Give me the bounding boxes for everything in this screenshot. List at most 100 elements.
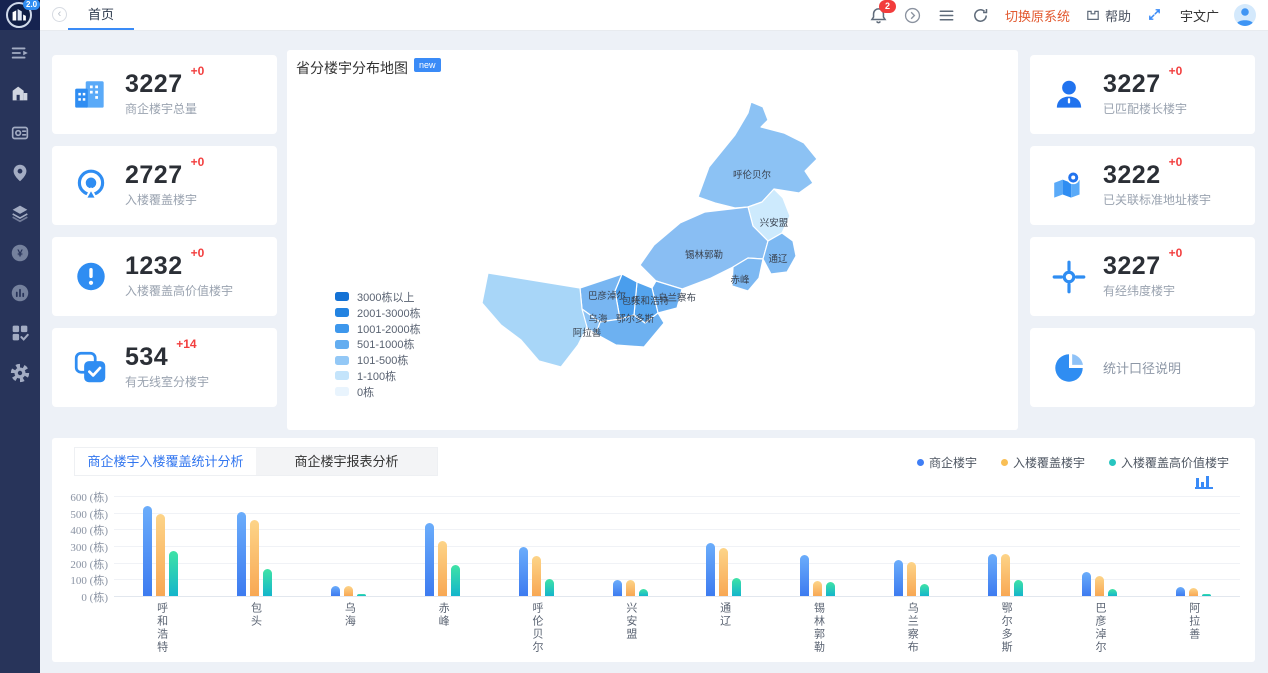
x-axis-label: 乌兰察布: [906, 602, 918, 654]
chart-type-toggle-icon[interactable]: [1195, 472, 1213, 489]
legend-item-coverage[interactable]: 入楼覆盖楼宇: [1001, 454, 1085, 471]
map-pin-icon: [1050, 167, 1088, 205]
y-axis-tick: 200 (栋): [54, 556, 108, 572]
bar-商企楼宇[interactable]: [1176, 587, 1185, 596]
province-map[interactable]: 呼伦贝尔兴安盟锡林郭勒通辽赤峰乌兰察布呼和浩特包头巴彦淖尔鄂尔多斯乌海阿拉善: [430, 75, 850, 375]
legend-item-enterprise[interactable]: 商企楼宇: [917, 454, 977, 471]
map-region-label: 兴安盟: [760, 217, 789, 229]
legend-item-high-value[interactable]: 入楼覆盖高价值楼宇: [1109, 454, 1229, 471]
sidebar-item-location-icon[interactable]: [9, 162, 31, 184]
analysis-panel: 商企楼宇入楼覆盖统计分析 商企楼宇报表分析 商企楼宇 入楼覆盖楼宇 入楼覆盖高价…: [52, 438, 1255, 662]
bar-入楼覆盖楼宇[interactable]: [1095, 576, 1104, 596]
stat-card-std-address[interactable]: 3222 +0 已关联标准地址楼宇: [1030, 146, 1255, 225]
x-axis-label: 鄂尔多斯: [1000, 602, 1012, 654]
x-axis-label: 包头: [249, 602, 261, 628]
bar-入楼覆盖高价值楼宇[interactable]: [1014, 580, 1023, 596]
stat-card-high-value[interactable]: 1232 +0 入楼覆盖高价值楼宇: [52, 237, 277, 316]
bar-入楼覆盖楼宇[interactable]: [344, 586, 353, 596]
bar-group-赤峰: 赤峰: [395, 496, 489, 596]
bar-入楼覆盖楼宇[interactable]: [813, 581, 822, 596]
map-legend-item: 1-100栋: [335, 368, 421, 384]
map-legend-item: 501-1000栋: [335, 336, 421, 352]
sidebar-item-card-icon[interactable]: [9, 122, 31, 144]
stat-value: 3227: [125, 72, 183, 97]
bar-入楼覆盖楼宇[interactable]: [1001, 554, 1010, 597]
sidebar-item-apps-check-icon[interactable]: [9, 322, 31, 344]
crosshair-icon: [1050, 258, 1088, 296]
bar-入楼覆盖楼宇[interactable]: [156, 514, 165, 596]
stat-label: 入楼覆盖楼宇: [125, 191, 204, 208]
menu-hamburger-icon[interactable]: [937, 6, 956, 25]
bar-入楼覆盖高价值楼宇[interactable]: [1202, 594, 1211, 597]
map-title: 省分楼宇分布地图: [296, 58, 408, 78]
y-axis-tick: 300 (栋): [54, 539, 108, 555]
bar-商企楼宇[interactable]: [519, 547, 528, 596]
bar-商企楼宇[interactable]: [706, 543, 715, 596]
bar-商企楼宇[interactable]: [331, 586, 340, 596]
stat-card-geocoded[interactable]: 3227 +0 有经纬度楼宇: [1030, 237, 1255, 316]
bar-商企楼宇[interactable]: [425, 523, 434, 596]
bar-商企楼宇[interactable]: [237, 512, 246, 596]
app-logo[interactable]: 2.0: [0, 0, 40, 30]
bar-入楼覆盖高价值楼宇[interactable]: [545, 579, 554, 597]
notification-bell-icon[interactable]: 2: [869, 6, 888, 25]
stat-card-matched-manager[interactable]: 3227 +0 已匹配楼长楼宇: [1030, 55, 1255, 134]
stat-card-statistics-note[interactable]: 统计口径说明: [1030, 328, 1255, 407]
bar-入楼覆盖楼宇[interactable]: [1189, 588, 1198, 596]
bar-入楼覆盖高价值楼宇[interactable]: [263, 569, 272, 596]
stat-card-wireless[interactable]: 534 +14 有无线室分楼宇: [52, 328, 277, 407]
bar-商企楼宇[interactable]: [613, 580, 622, 596]
bar-商企楼宇[interactable]: [988, 554, 997, 597]
tab-home[interactable]: 首页: [68, 0, 134, 30]
delta-badge: +14: [176, 337, 196, 351]
bar-入楼覆盖楼宇[interactable]: [719, 548, 728, 596]
y-axis-tick: 100 (栋): [54, 572, 108, 588]
bar-商企楼宇[interactable]: [143, 506, 152, 596]
collapse-tabs-icon[interactable]: ‹: [52, 7, 67, 22]
bar-入楼覆盖楼宇[interactable]: [532, 556, 541, 596]
sidebar-item-analytics-icon[interactable]: [9, 282, 31, 304]
alert-exclamation-icon: [72, 258, 110, 296]
guide-arrow-icon[interactable]: [903, 6, 922, 25]
sidebar: 2.0 ¥: [0, 0, 40, 673]
new-badge: new: [414, 58, 441, 72]
sidebar-item-settings-gear-icon[interactable]: [9, 362, 31, 384]
bar-入楼覆盖楼宇[interactable]: [438, 541, 447, 596]
bar-入楼覆盖高价值楼宇[interactable]: [639, 589, 648, 597]
right-stat-cards: 3227 +0 已匹配楼长楼宇 3222 +0 已关联标准地址楼宇 3227 +…: [1030, 55, 1255, 419]
stat-card-total-buildings[interactable]: 3227 +0 商企楼宇总量: [52, 55, 277, 134]
help-button[interactable]: 帮助: [1085, 6, 1131, 25]
fullscreen-expand-icon[interactable]: [1146, 6, 1165, 25]
map-region-alxa[interactable]: [482, 273, 587, 367]
sidebar-item-currency-icon[interactable]: ¥: [9, 242, 31, 264]
bar-商企楼宇[interactable]: [800, 555, 809, 596]
bar-入楼覆盖高价值楼宇[interactable]: [169, 551, 178, 596]
stat-card-coverage[interactable]: 2727 +0 入楼覆盖楼宇: [52, 146, 277, 225]
squares-check-icon: [72, 349, 110, 387]
map-region-label: 通辽: [768, 253, 788, 265]
bar-group-乌兰察布: 乌兰察布: [865, 496, 959, 596]
bar-入楼覆盖高价值楼宇[interactable]: [826, 582, 835, 596]
bar-商企楼宇[interactable]: [1082, 572, 1091, 596]
x-axis-label: 乌海: [343, 602, 355, 628]
sidebar-item-buildings-icon[interactable]: [9, 82, 31, 104]
refresh-icon[interactable]: [971, 6, 990, 25]
bar-入楼覆盖楼宇[interactable]: [907, 562, 916, 596]
map-region-hulunbuir[interactable]: [698, 102, 817, 208]
bar-入楼覆盖楼宇[interactable]: [250, 520, 259, 596]
sidebar-item-layers-icon[interactable]: [9, 202, 31, 224]
bar-入楼覆盖高价值楼宇[interactable]: [357, 594, 366, 597]
user-avatar[interactable]: [1234, 4, 1256, 26]
switch-system-link[interactable]: 切换原系统: [1005, 6, 1070, 25]
bar-入楼覆盖高价值楼宇[interactable]: [1108, 589, 1117, 597]
delta-badge: +0: [191, 64, 205, 78]
bar-入楼覆盖高价值楼宇[interactable]: [451, 565, 460, 596]
bar-商企楼宇[interactable]: [894, 560, 903, 596]
bar-入楼覆盖高价值楼宇[interactable]: [732, 578, 741, 596]
bar-入楼覆盖高价值楼宇[interactable]: [920, 584, 929, 596]
bar-入楼覆盖楼宇[interactable]: [626, 580, 635, 596]
tab-report-analysis[interactable]: 商企楼宇报表分析: [256, 448, 437, 475]
notification-count-badge: 2: [879, 0, 896, 13]
collapse-menu-icon[interactable]: [9, 42, 31, 64]
tab-coverage-analysis[interactable]: 商企楼宇入楼覆盖统计分析: [75, 448, 256, 475]
